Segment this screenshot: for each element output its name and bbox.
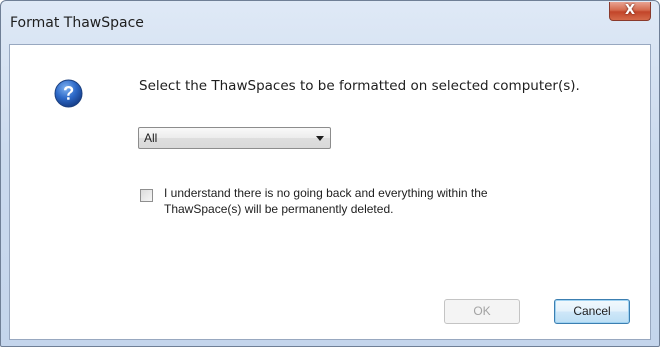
format-thawspace-window: Format ThawSpace X Select the ThawSpaces…	[0, 0, 660, 347]
thawspace-select[interactable]: All	[138, 127, 331, 149]
select-value: All	[144, 131, 158, 145]
question-icon	[54, 79, 83, 108]
confirm-delete-checkbox[interactable]	[140, 189, 153, 202]
confirm-delete-label[interactable]: I understand there is no going back and …	[164, 185, 604, 217]
ok-button[interactable]: OK	[444, 299, 520, 324]
window-title: Format ThawSpace	[10, 15, 144, 31]
chevron-down-icon	[316, 136, 324, 141]
dialog-body: Select the ThawSpaces to be formatted on…	[9, 44, 651, 340]
close-button[interactable]: X	[609, 2, 651, 21]
prompt-text: Select the ThawSpaces to be formatted on…	[139, 78, 580, 94]
confirm-delete-label-line1: I understand there is no going back and …	[164, 186, 488, 200]
confirm-delete-label-line2: ThawSpace(s) will be permanently deleted…	[164, 202, 394, 216]
close-icon: X	[624, 3, 636, 18]
cancel-button[interactable]: Cancel	[554, 299, 630, 324]
title-bar[interactable]: Format ThawSpace X	[1, 1, 659, 45]
